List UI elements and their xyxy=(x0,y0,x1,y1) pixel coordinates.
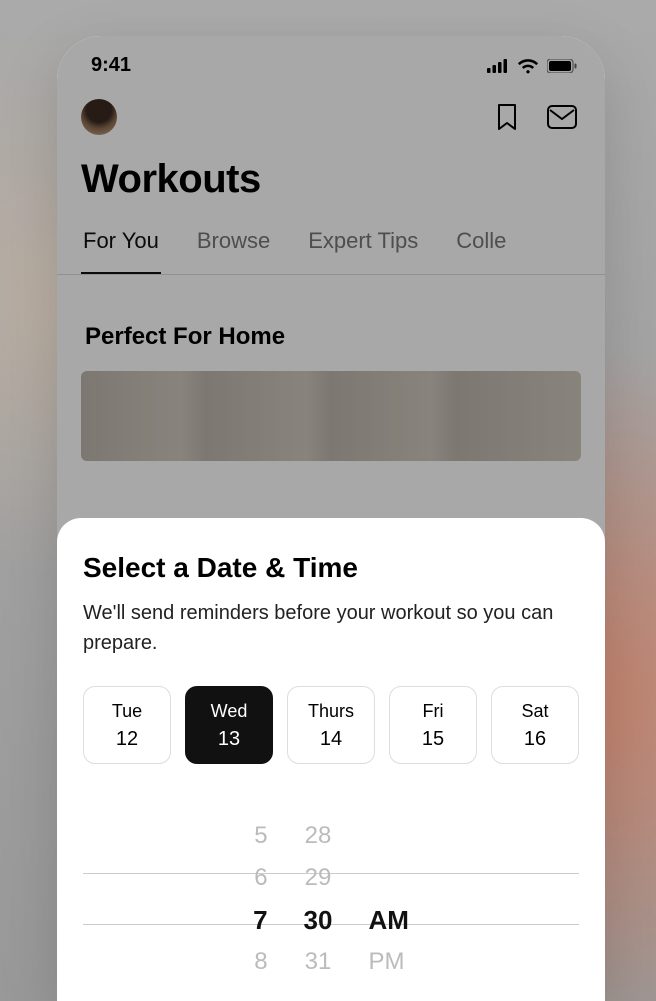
date-chip[interactable]: Sat 16 xyxy=(491,686,579,764)
picker-value-selected: 30 xyxy=(304,899,333,941)
dimmed-background-screen: 9:41 Workouts For You Browse Expert Tips… xyxy=(57,36,605,461)
minute-wheel[interactable]: 28 29 30 31 xyxy=(304,794,333,1001)
date-chip-dow: Fri xyxy=(390,701,476,722)
status-bar: 9:41 xyxy=(57,36,605,85)
picker-value-selected: AM xyxy=(368,899,408,941)
tab-browse[interactable]: Browse xyxy=(195,222,272,275)
top-actions xyxy=(57,85,605,145)
status-time: 9:41 xyxy=(91,54,131,77)
hour-wheel[interactable]: 5 6 7 8 xyxy=(253,794,267,1001)
battery-icon xyxy=(547,59,577,73)
date-chip-num: 13 xyxy=(186,728,272,751)
picker-value: 8 xyxy=(254,941,267,983)
date-chip[interactable]: Tue 12 xyxy=(83,686,171,764)
picker-value: 28 xyxy=(305,815,332,857)
bookmark-icon[interactable] xyxy=(495,103,519,131)
picker-value: 29 xyxy=(305,857,332,899)
picker-value: 6 xyxy=(254,857,267,899)
date-chip[interactable]: Thurs 14 xyxy=(287,686,375,764)
date-chip-row: Tue 12 Wed 13 Thurs 14 Fri 15 Sat 16 xyxy=(83,686,579,764)
date-chip-dow: Tue xyxy=(84,701,170,722)
wifi-icon xyxy=(517,58,539,74)
date-chip-num: 16 xyxy=(492,728,578,751)
date-chip[interactable]: Fri 15 xyxy=(389,686,477,764)
date-chip-dow: Thurs xyxy=(288,701,374,722)
date-chip-num: 12 xyxy=(84,728,170,751)
ampm-wheel[interactable]: AM PM xyxy=(368,794,408,1001)
picker-value: 5 xyxy=(254,815,267,857)
mail-icon[interactable] xyxy=(547,105,577,129)
picker-value: 31 xyxy=(305,941,332,983)
date-chip-dow: Sat xyxy=(492,701,578,722)
date-chip-num: 15 xyxy=(390,728,476,751)
sheet-title: Select a Date & Time xyxy=(83,552,579,584)
section-title: Perfect For Home xyxy=(57,275,605,371)
status-icons xyxy=(487,58,577,74)
page-title: Workouts xyxy=(57,145,605,222)
tab-for-you[interactable]: For You xyxy=(81,222,161,275)
workout-card-strip[interactable] xyxy=(81,371,581,461)
date-chip-selected[interactable]: Wed 13 xyxy=(185,686,273,764)
tab-collections[interactable]: Colle xyxy=(454,222,508,275)
cellular-icon xyxy=(487,59,509,73)
time-picker[interactable]: 5 6 7 8 28 29 30 31 AM PM xyxy=(83,794,579,1001)
date-chip-num: 14 xyxy=(288,728,374,751)
sheet-subtitle: We'll send reminders before your workout… xyxy=(83,598,579,658)
datetime-sheet: Select a Date & Time We'll send reminder… xyxy=(57,518,605,1001)
tabs: For You Browse Expert Tips Colle xyxy=(57,222,605,275)
picker-value: PM xyxy=(368,941,404,983)
avatar[interactable] xyxy=(81,99,117,135)
date-chip-dow: Wed xyxy=(186,701,272,722)
picker-value-selected: 7 xyxy=(253,899,267,941)
tab-expert-tips[interactable]: Expert Tips xyxy=(306,222,420,275)
phone-frame: 9:41 Workouts For You Browse Expert Tips… xyxy=(57,36,605,1001)
